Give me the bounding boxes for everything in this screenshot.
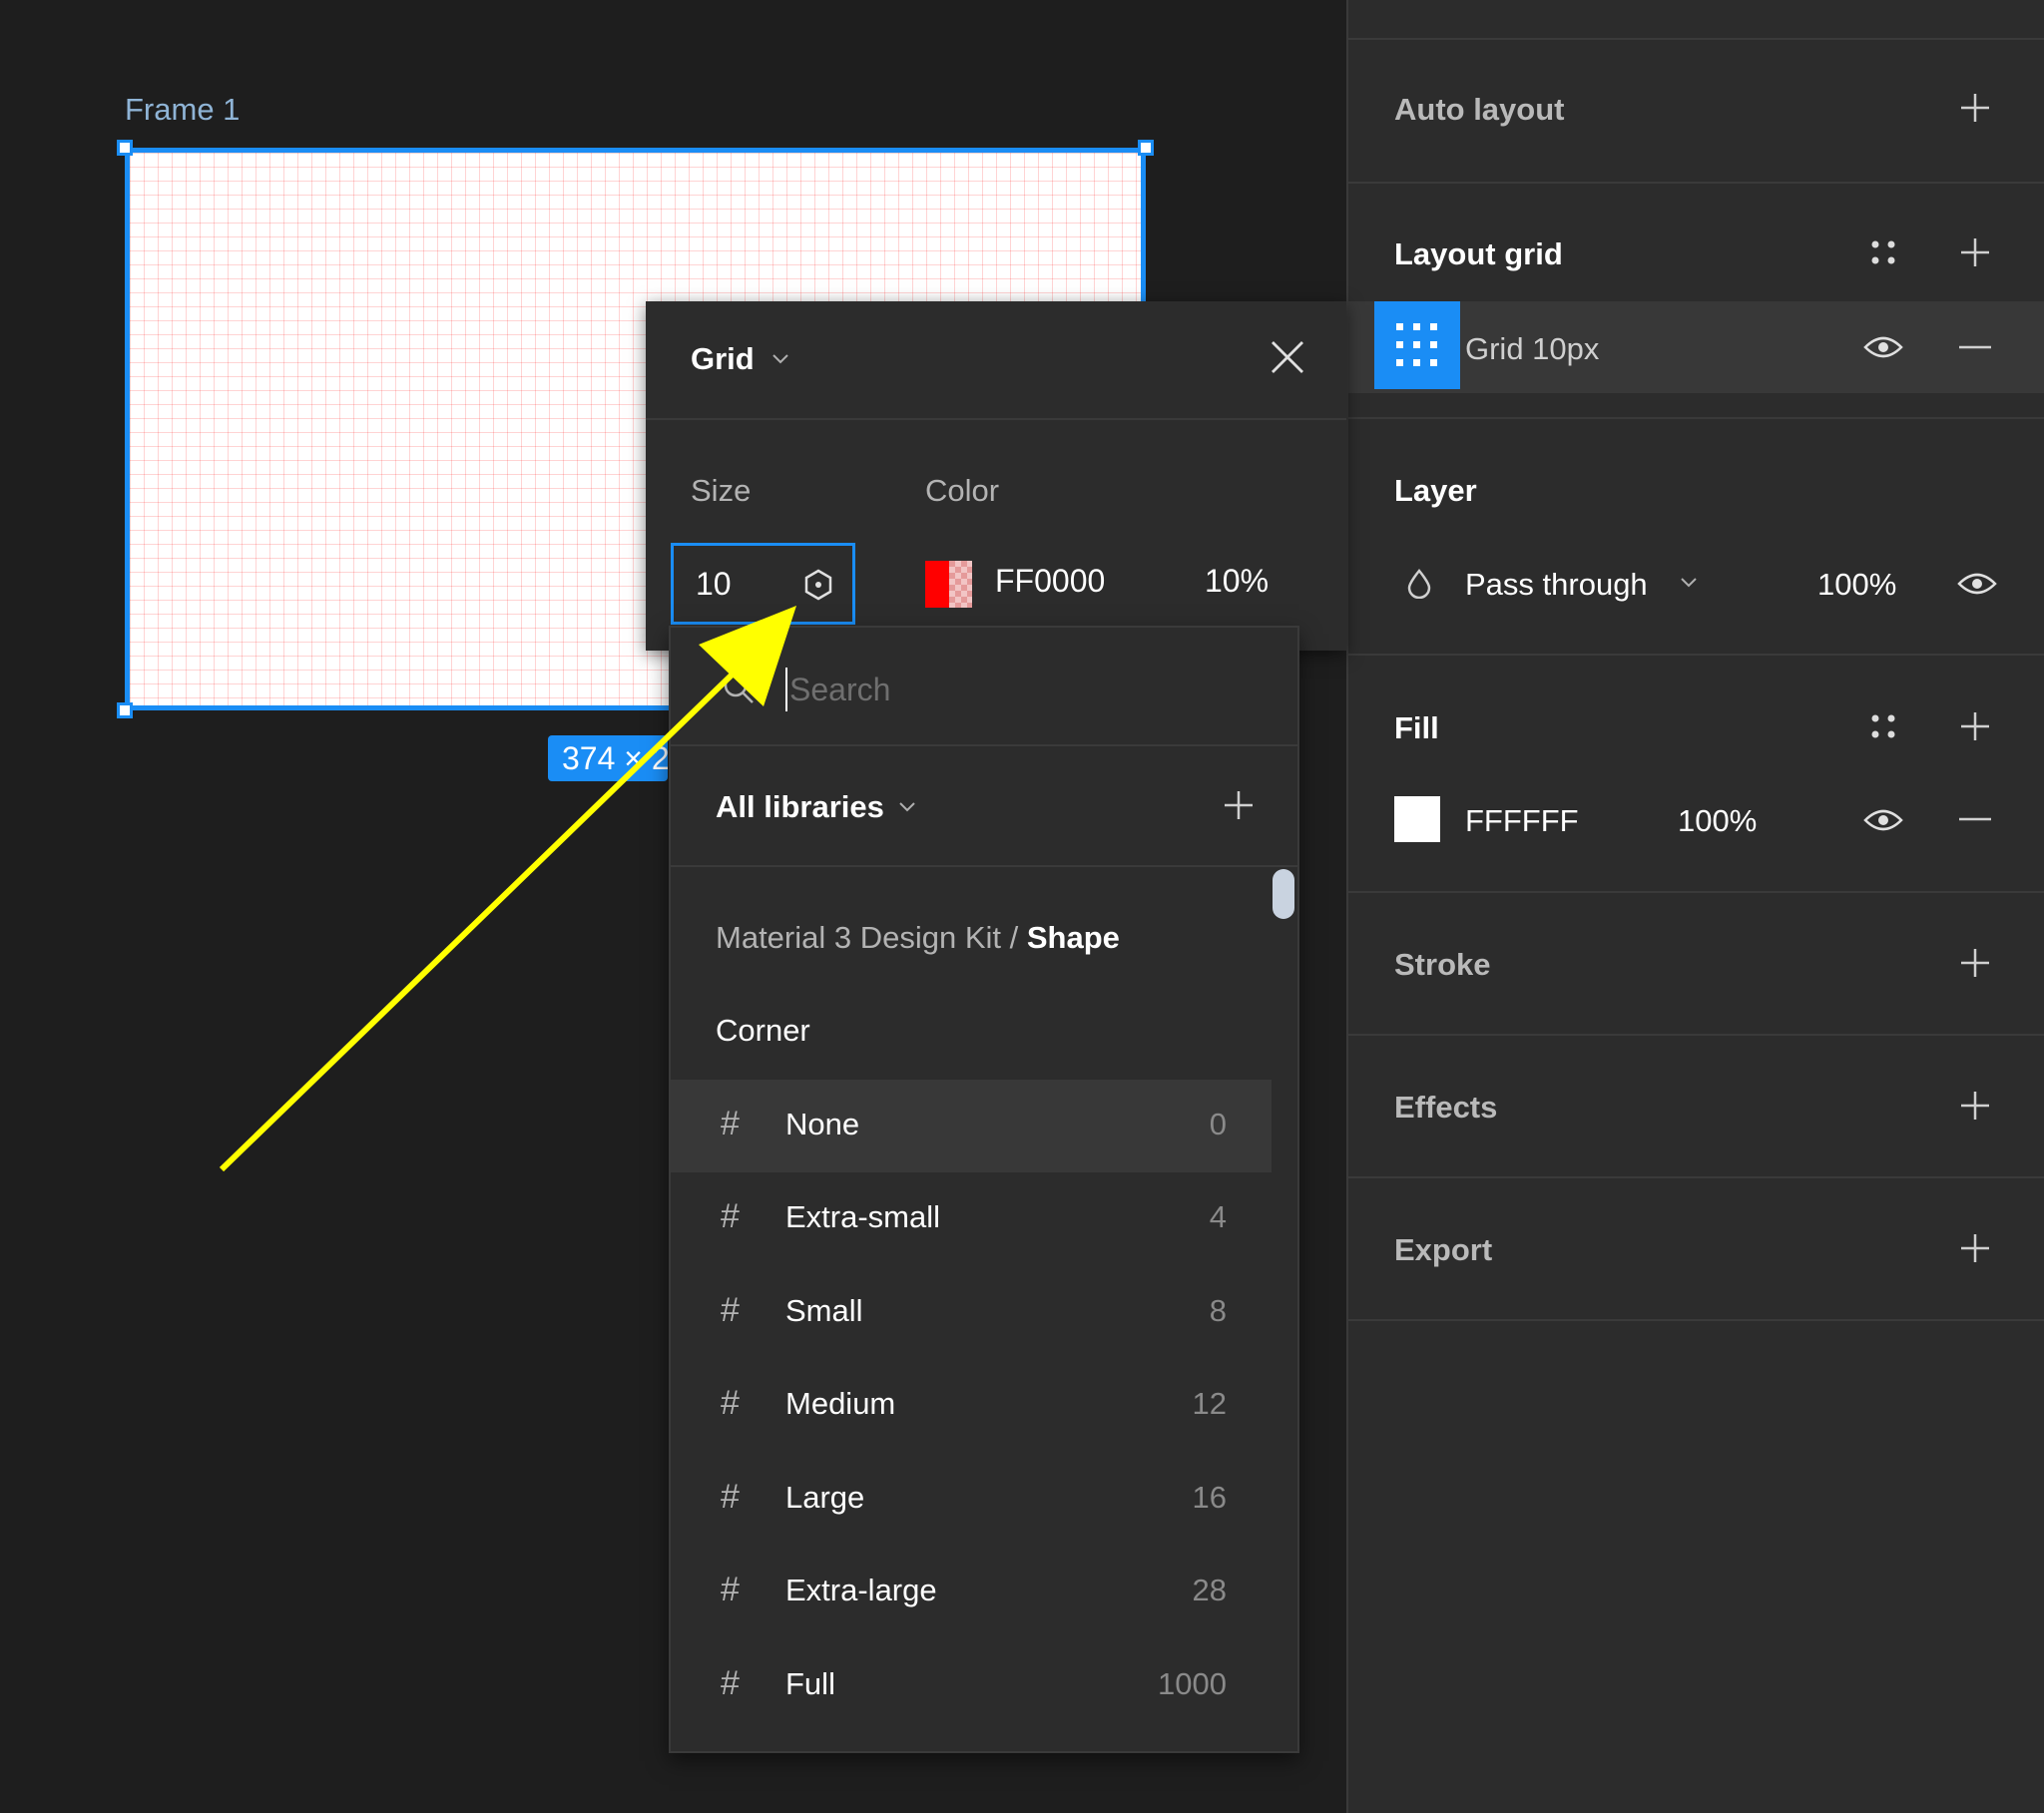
variable-name: Full	[785, 1666, 835, 1701]
divider	[1348, 654, 2044, 656]
grid-type-select[interactable]: Grid	[691, 341, 755, 377]
variable-item[interactable]: # Extra-large 28	[671, 1546, 1272, 1638]
variable-item[interactable]: # Extra-small 4	[671, 1172, 1272, 1265]
number-variable-icon: #	[721, 1291, 740, 1329]
frame-label[interactable]: Frame 1	[125, 92, 240, 128]
grid-icon[interactable]	[1374, 301, 1460, 389]
fill-styles-icon[interactable]	[1867, 710, 1899, 742]
resize-handle-top-left[interactable]	[117, 140, 133, 156]
variable-item[interactable]: # Full 1000	[671, 1639, 1272, 1732]
variable-name: Small	[785, 1293, 863, 1328]
plus-icon[interactable]	[1959, 947, 1991, 979]
chevron-down-icon[interactable]	[771, 353, 789, 365]
grid-size-value: 10	[696, 566, 732, 602]
variable-value: 16	[1192, 1480, 1227, 1515]
grid-color-hex[interactable]: FF0000	[995, 563, 1105, 600]
stroke-title: Stroke	[1394, 947, 1491, 982]
export-title: Export	[1394, 1232, 1493, 1267]
divider	[1348, 38, 2044, 40]
size-label: Size	[691, 473, 752, 508]
divider	[1348, 891, 2044, 893]
eye-icon[interactable]	[1957, 570, 1997, 598]
effects-title: Effects	[1394, 1090, 1498, 1125]
search-icon	[721, 671, 757, 706]
variable-item[interactable]: # Medium 12	[671, 1359, 1272, 1452]
number-variable-icon: #	[721, 1105, 740, 1142]
variable-name: Large	[785, 1480, 865, 1515]
search-input[interactable]	[785, 668, 1171, 711]
library-filter[interactable]: All libraries	[716, 789, 884, 825]
variable-value: 4	[1209, 1199, 1227, 1234]
number-variable-icon: #	[721, 1664, 740, 1702]
eye-icon[interactable]	[1863, 333, 1903, 361]
divider	[1348, 1319, 2044, 1321]
chevron-down-icon[interactable]	[898, 801, 916, 813]
divider	[671, 865, 1297, 867]
variable-name: Extra-small	[785, 1199, 941, 1234]
breadcrumb-group: Shape	[1026, 920, 1120, 955]
variable-name: Medium	[785, 1386, 896, 1421]
number-variable-icon: #	[721, 1571, 740, 1608]
plus-icon[interactable]	[1959, 92, 1991, 124]
number-variable-icon: #	[721, 1384, 740, 1422]
color-label: Color	[925, 473, 1000, 508]
blend-mode-value[interactable]: Pass through	[1465, 567, 1648, 603]
layout-grid-item[interactable]: Grid 10px	[1348, 301, 2044, 393]
fill-swatch[interactable]	[1394, 796, 1440, 842]
divider	[1348, 182, 2044, 184]
resize-handle-top-right[interactable]	[1138, 140, 1154, 156]
variable-icon[interactable]	[801, 568, 835, 602]
grid-settings-popover: Grid Size Color 10 FF0000 10%	[646, 301, 1346, 651]
close-icon[interactable]	[1270, 339, 1305, 375]
variable-name: None	[785, 1107, 860, 1141]
blend-mode-icon	[1406, 569, 1432, 599]
chevron-down-icon[interactable]	[1680, 577, 1698, 589]
auto-layout-title: Auto layout	[1394, 92, 1565, 127]
divider	[1348, 1176, 2044, 1178]
variables-dropdown: All libraries Material 3 Design Kit / Sh…	[669, 626, 1299, 1753]
divider	[1348, 1034, 2044, 1036]
layer-title: Layer	[1394, 473, 1477, 508]
plus-icon[interactable]	[1959, 1090, 1991, 1122]
fill-opacity[interactable]: 100%	[1678, 803, 1757, 839]
plus-icon[interactable]	[1959, 1232, 1991, 1264]
resize-handle-bottom-left[interactable]	[117, 702, 133, 718]
search-row	[671, 628, 1297, 744]
variable-value: 1000	[1158, 1666, 1227, 1701]
variable-item[interactable]: # None 0	[671, 1080, 1272, 1172]
eye-icon[interactable]	[1863, 806, 1903, 834]
frame-size-badge: 374 × 2	[548, 735, 668, 781]
divider	[671, 744, 1297, 746]
scrollbar-thumb[interactable]	[1273, 869, 1294, 919]
minus-icon[interactable]	[1959, 345, 1991, 349]
properties-panel: Auto layout Layout grid Grid 10px Layer …	[1346, 0, 2044, 1813]
grid-item-name: Grid 10px	[1465, 331, 1600, 366]
variable-item[interactable]: # Small 8	[671, 1266, 1272, 1359]
fill-hex[interactable]: FFFFFF	[1465, 803, 1579, 839]
breadcrumb-collection: Material 3 Design Kit /	[716, 920, 1027, 955]
divider	[646, 418, 1346, 420]
number-variable-icon: #	[721, 1478, 740, 1516]
grid-color-opacity[interactable]: 10%	[1205, 563, 1269, 600]
layout-grid-title: Layout grid	[1394, 236, 1563, 271]
variable-item[interactable]: # Large 16	[671, 1453, 1272, 1546]
minus-icon[interactable]	[1959, 817, 1991, 821]
variable-value: 8	[1209, 1293, 1227, 1328]
plus-icon[interactable]	[1223, 789, 1255, 821]
plus-icon[interactable]	[1959, 710, 1991, 742]
fill-title: Fill	[1394, 710, 1439, 745]
plus-icon[interactable]	[1959, 236, 1991, 268]
number-variable-icon: #	[721, 1197, 740, 1235]
grid-size-input[interactable]: 10	[671, 543, 855, 625]
variable-name: Extra-large	[785, 1573, 937, 1607]
divider	[1348, 417, 2044, 419]
group-label: Corner	[716, 1013, 810, 1048]
variable-value: 0	[1209, 1107, 1227, 1141]
variable-value: 12	[1192, 1386, 1227, 1421]
variable-value: 28	[1192, 1573, 1227, 1607]
layer-opacity[interactable]: 100%	[1817, 567, 1896, 603]
collection-breadcrumb: Material 3 Design Kit / Shape	[716, 920, 1120, 956]
grid-styles-icon[interactable]	[1867, 236, 1899, 268]
grid-color-swatch[interactable]	[925, 561, 972, 608]
